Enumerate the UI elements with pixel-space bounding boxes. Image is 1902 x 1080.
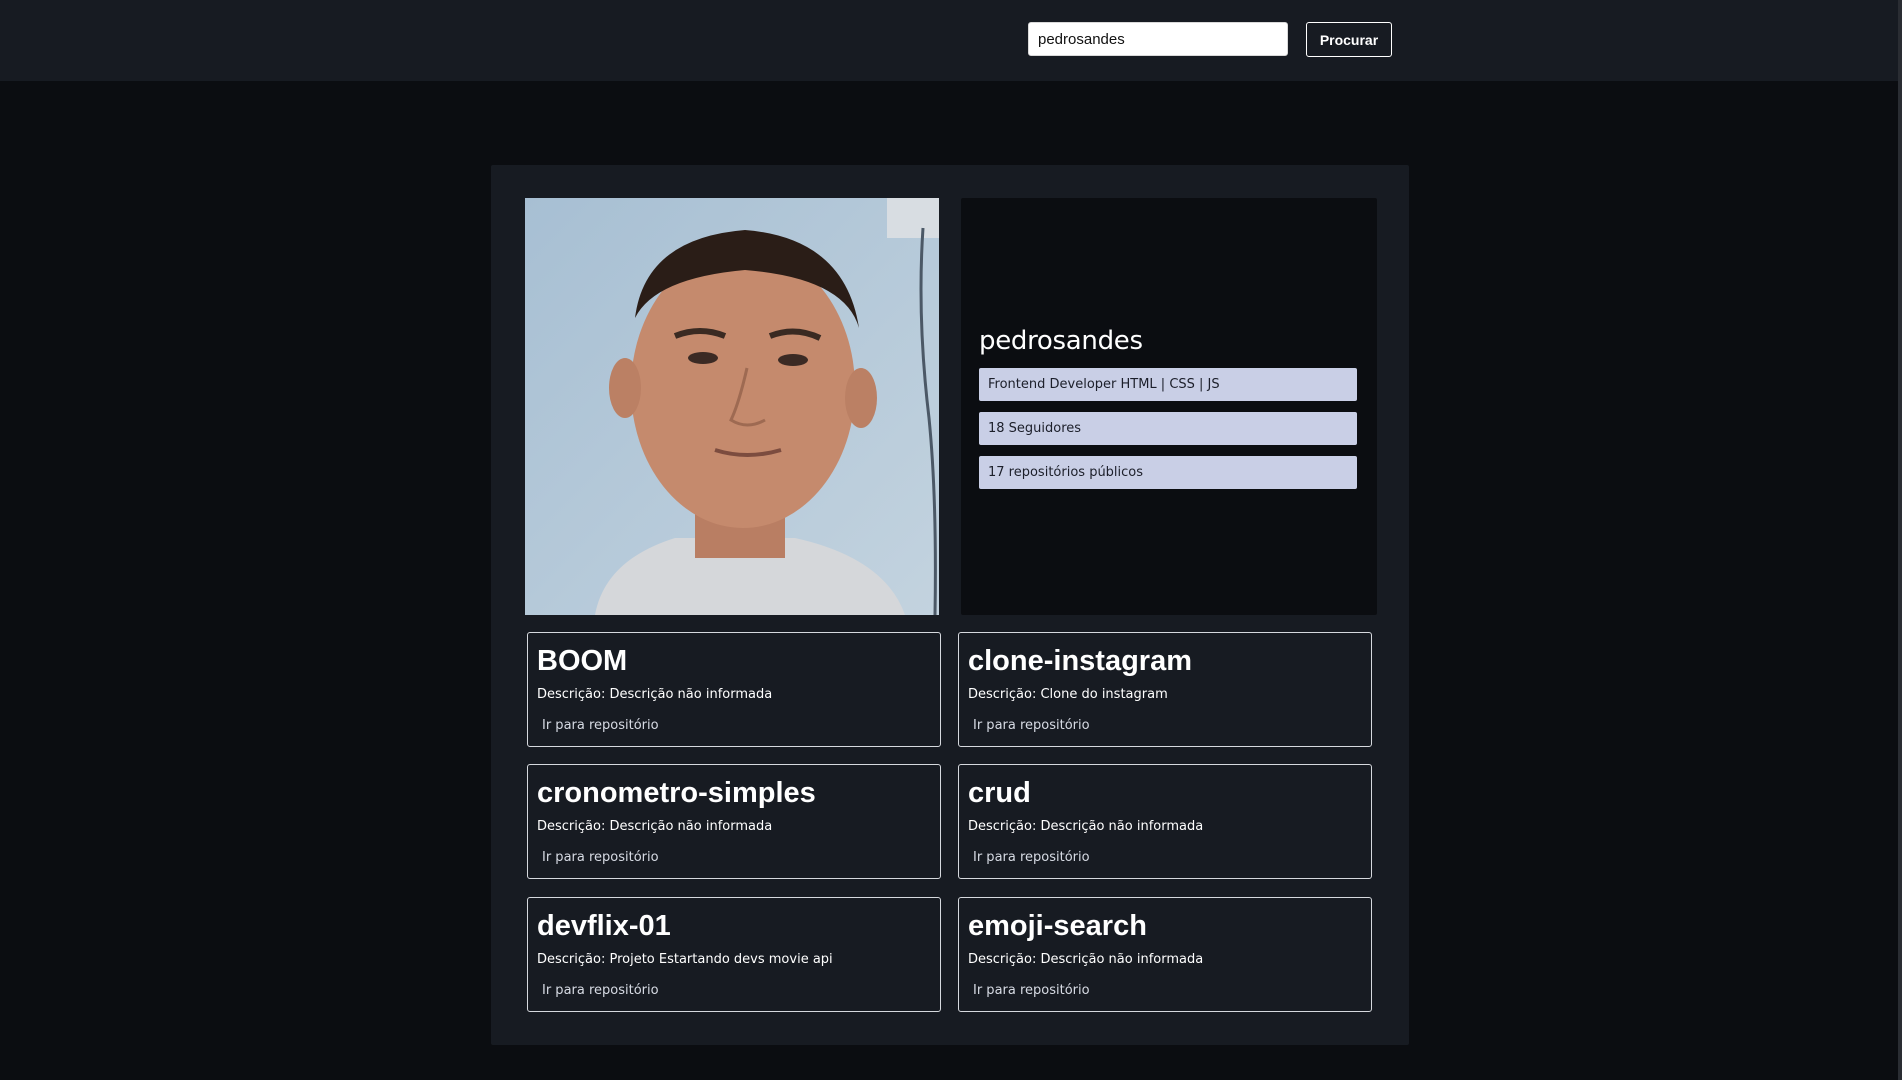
repo-card: cronometro-simples Descrição: Descrição … [527, 764, 941, 879]
profile-bio: Frontend Developer HTML | CSS | JS [979, 368, 1357, 401]
profile-panel: pedrosandes Frontend Developer HTML | CS… [491, 165, 1409, 1045]
profile-followers: 18 Seguidores [979, 412, 1357, 445]
profile-username: pedrosandes [979, 326, 1143, 356]
repo-link[interactable]: Ir para repositório [542, 983, 659, 998]
scrollbar[interactable] [1898, 0, 1902, 1080]
repo-name: emoji-search [968, 910, 1147, 942]
repo-card: crud Descrição: Descrição não informada … [958, 764, 1372, 879]
repo-link[interactable]: Ir para repositório [973, 850, 1090, 865]
search-button[interactable]: Procurar [1306, 22, 1392, 57]
repo-link[interactable]: Ir para repositório [542, 850, 659, 865]
repo-name: crud [968, 777, 1031, 809]
repo-description: Descrição: Clone do instagram [968, 687, 1168, 702]
user-avatar-photo-icon [525, 198, 939, 615]
repo-description: Descrição: Descrição não informada [968, 819, 1204, 834]
repo-name: devflix-01 [537, 910, 671, 942]
repo-card: emoji-search Descrição: Descrição não in… [958, 897, 1372, 1012]
profile-public-repos: 17 repositórios públicos [979, 456, 1357, 489]
repo-name: clone-instagram [968, 645, 1192, 677]
repo-description: Descrição: Projeto Estartando devs movie… [537, 952, 833, 967]
repo-description: Descrição: Descrição não informada [968, 952, 1204, 967]
top-header: Procurar [0, 0, 1898, 81]
profile-info-box: pedrosandes Frontend Developer HTML | CS… [961, 198, 1377, 615]
repo-card: devflix-01 Descrição: Projeto Estartando… [527, 897, 941, 1012]
repo-link[interactable]: Ir para repositório [973, 983, 1090, 998]
repo-description: Descrição: Descrição não informada [537, 819, 773, 834]
search-input[interactable] [1028, 22, 1288, 56]
repo-name: cronometro-simples [537, 777, 816, 809]
repo-link[interactable]: Ir para repositório [542, 718, 659, 733]
repo-name: BOOM [537, 645, 628, 677]
repo-description: Descrição: Descrição não informada [537, 687, 773, 702]
repo-card: BOOM Descrição: Descrição não informada … [527, 632, 941, 747]
repo-link[interactable]: Ir para repositório [973, 718, 1090, 733]
repo-card: clone-instagram Descrição: Clone do inst… [958, 632, 1372, 747]
profile-photo [525, 198, 939, 615]
